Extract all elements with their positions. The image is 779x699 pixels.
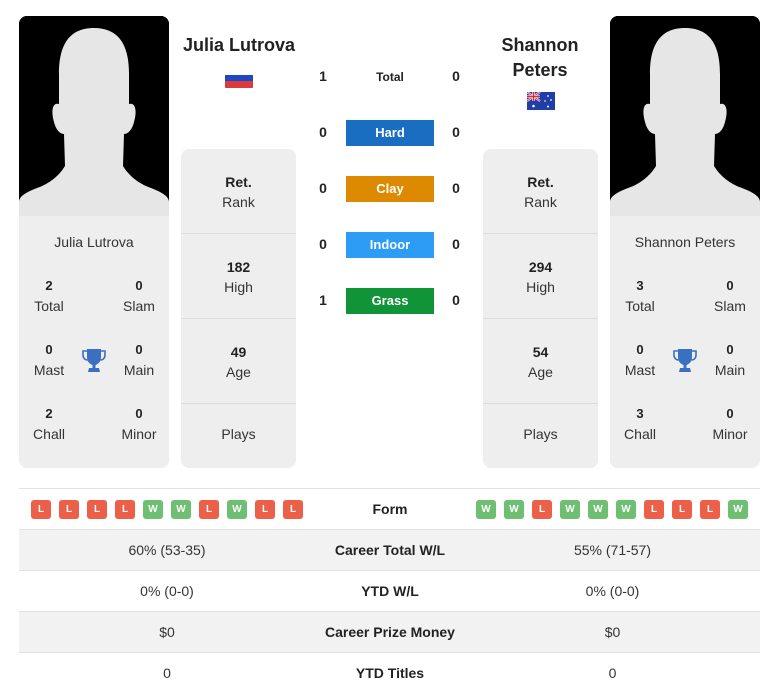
surface-hard-badge: Hard — [346, 120, 434, 146]
player2-titles-card: Shannon Peters 3 Total 0 Slam 0 Mast 0 M… — [610, 216, 760, 468]
player1-high: 182 High — [181, 234, 296, 319]
player2-form-badge-loss: L — [644, 500, 664, 519]
table-row: 0 YTD Titles 0 — [19, 652, 760, 693]
player1-form-badge-loss: L — [59, 500, 79, 519]
h2h-total-p2: 0 — [452, 68, 460, 84]
player1-name-link[interactable]: Julia Lutrova — [174, 33, 304, 58]
player1-ytd-wl: 0% (0-0) — [140, 583, 194, 599]
player2-form-badge-loss: L — [700, 500, 720, 519]
player2-total-titles: 3 Total — [625, 278, 655, 314]
player1-prize-money: $0 — [159, 624, 175, 640]
surface-indoor-badge: Indoor — [346, 232, 434, 258]
player1-form-badge-win: W — [143, 500, 163, 519]
player2-main-titles: 0 Main — [714, 342, 746, 378]
player1-form: LLLLWWLWLL — [31, 500, 303, 519]
player2-minor-titles: 0 Minor — [712, 406, 748, 442]
player1-form-badge-loss: L — [87, 500, 107, 519]
player2-slam-titles: 0 Slam — [714, 278, 746, 314]
player1-main-titles: 0 Main — [123, 342, 155, 378]
silhouette-icon — [19, 16, 169, 216]
player1-form-badge-loss: L — [31, 500, 51, 519]
player2-card-name: Shannon Peters — [634, 234, 736, 250]
player2-age: 54 Age — [483, 319, 598, 404]
player1-age: 49 Age — [181, 319, 296, 404]
h2h-clay-p2: 0 — [452, 180, 460, 196]
player1-card-name: Julia Lutrova — [54, 234, 134, 250]
player1-form-badge-loss: L — [199, 500, 219, 519]
player1-career-wl: 60% (53-35) — [128, 542, 206, 558]
ytd-titles-label: YTD Titles — [355, 665, 425, 681]
ytd-wl-label: YTD W/L — [361, 583, 419, 599]
player1-titles-card: Julia Lutrova 2 Total 0 Slam 0 Mast 0 Ma… — [19, 216, 169, 468]
player1-form-badge-win: W — [227, 500, 247, 519]
h2h-total-p1: 1 — [319, 68, 327, 84]
form-row: LLLLWWLWLL Form WWLWWWLLLW — [19, 488, 760, 529]
table-row: 60% (53-35) Career Total W/L 55% (71-57) — [19, 529, 760, 570]
trophy-icon — [673, 349, 697, 372]
h2h-indoor-p2: 0 — [452, 236, 460, 252]
h2h-clay-row: 0 Clay 0 — [310, 176, 470, 202]
player2-form-badge-win: W — [560, 500, 580, 519]
player1-minor-titles: 0 Minor — [121, 406, 157, 442]
table-row: 0% (0-0) YTD W/L 0% (0-0) — [19, 570, 760, 611]
player2-mast-titles: 0 Mast — [624, 342, 656, 378]
player2-ytd-titles: 0 — [608, 665, 617, 681]
player1-form-badge-loss: L — [283, 500, 303, 519]
surface-clay-badge: Clay — [346, 176, 434, 202]
player2-prize-money: $0 — [604, 624, 621, 640]
h2h-hard-row: 0 Hard 0 — [310, 120, 470, 146]
player2-form: WWLWWWLLLW — [476, 500, 748, 519]
h2h-total-row: 1 Total 0 — [310, 64, 470, 90]
trophy-icon — [82, 349, 106, 372]
player2-photo — [610, 16, 760, 216]
h2h-indoor-p1: 0 — [319, 236, 327, 252]
player2-form-badge-win: W — [616, 500, 636, 519]
player1-form-badge-loss: L — [255, 500, 275, 519]
player2-chall-titles: 3 Chall — [624, 406, 656, 442]
australia-flag-icon — [527, 92, 555, 110]
silhouette-icon — [610, 16, 760, 216]
comparison-table: LLLLWWLWLL Form WWLWWWLLLW 60% (53-35) C… — [19, 488, 760, 693]
player2-rank: Ret. Rank — [483, 149, 598, 234]
h2h-hard-p1: 0 — [319, 124, 327, 140]
form-label: Form — [372, 501, 408, 517]
player2-plays: Plays — [523, 426, 558, 442]
h2h-indoor-row: 0 Indoor 0 — [310, 232, 470, 258]
player1-info-column: Ret. Rank 182 High 49 Age Plays — [181, 149, 296, 468]
player2-form-badge-win: W — [588, 500, 608, 519]
player1-ytd-titles: 0 — [163, 665, 171, 681]
player1-mast-titles: 0 Mast — [33, 342, 65, 378]
player2-ytd-wl: 0% (0-0) — [585, 583, 640, 599]
player1-total-titles: 2 Total — [34, 278, 64, 314]
russia-flag-icon — [225, 70, 253, 88]
prize-money-label: Career Prize Money — [325, 624, 455, 640]
table-row: $0 Career Prize Money $0 — [19, 611, 760, 652]
player2-info-column: Ret. Rank 294 High 54 Age Plays — [483, 149, 598, 468]
player2-form-badge-win: W — [476, 500, 496, 519]
player2-form-badge-win: W — [728, 500, 748, 519]
player2-career-wl: 55% (71-57) — [573, 542, 652, 558]
h2h-total-label: Total — [376, 70, 404, 84]
player2-high: 294 High — [483, 234, 598, 319]
career-wl-label: Career Total W/L — [334, 542, 446, 558]
player1-plays: Plays — [221, 426, 256, 442]
h2h-grass-p1: 1 — [319, 292, 327, 308]
player1-photo — [19, 16, 169, 216]
h2h-hard-p2: 0 — [452, 124, 460, 140]
surface-grass-badge: Grass — [346, 288, 434, 314]
player1-rank: Ret. Rank — [181, 149, 296, 234]
player1-chall-titles: 2 Chall — [33, 406, 65, 442]
h2h-clay-p1: 0 — [319, 180, 327, 196]
h2h-grass-p2: 0 — [452, 292, 460, 308]
player1-form-badge-win: W — [171, 500, 191, 519]
player1-form-badge-loss: L — [115, 500, 135, 519]
h2h-grass-row: 1 Grass 0 — [310, 288, 470, 314]
player2-form-badge-win: W — [504, 500, 524, 519]
player2-form-badge-loss: L — [532, 500, 552, 519]
player2-form-badge-loss: L — [672, 500, 692, 519]
player1-slam-titles: 0 Slam — [123, 278, 155, 314]
player2-name-link[interactable]: Shannon Peters — [475, 33, 605, 83]
